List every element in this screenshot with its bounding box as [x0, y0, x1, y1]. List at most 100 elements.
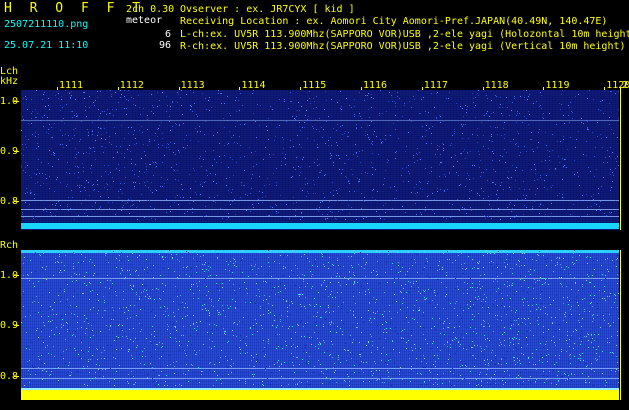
- noise-pixel: [409, 292, 410, 293]
- noise-pixel: [174, 316, 175, 317]
- noise-pixel: [35, 271, 36, 272]
- noise-pixel: [509, 187, 510, 188]
- noise-pixel: [540, 105, 541, 106]
- noise-pixel: [390, 350, 391, 351]
- noise-pixel: [307, 100, 308, 101]
- noise-pixel: [458, 252, 459, 253]
- noise-pixel: [443, 144, 444, 145]
- noise-pixel: [278, 360, 279, 361]
- noise-pixel: [431, 348, 432, 349]
- noise-pixel: [524, 265, 525, 266]
- noise-pixel: [216, 275, 217, 276]
- noise-pixel: [265, 368, 266, 369]
- noise-pixel: [543, 205, 544, 206]
- noise-pixel: [598, 193, 599, 194]
- noise-pixel: [572, 257, 573, 258]
- noise-pixel: [213, 150, 214, 151]
- noise-pixel: [510, 268, 511, 269]
- noise-pixel: [176, 341, 177, 342]
- noise-pixel: [517, 111, 518, 112]
- noise-pixel: [377, 274, 378, 275]
- noise-pixel: [323, 282, 324, 283]
- noise-pixel: [143, 144, 144, 145]
- noise-pixel: [348, 200, 349, 201]
- noise-pixel: [35, 374, 36, 375]
- noise-pixel: [521, 347, 522, 348]
- noise-pixel: [147, 294, 148, 295]
- noise-pixel: [419, 307, 420, 308]
- noise-pixel: [604, 286, 605, 287]
- noise-pixel: [228, 190, 229, 191]
- noise-pixel: [454, 308, 455, 309]
- noise-pixel: [149, 296, 150, 297]
- noise-pixel: [499, 318, 500, 319]
- noise-pixel: [32, 298, 33, 299]
- noise-pixel: [530, 269, 531, 270]
- noise-pixel: [434, 199, 435, 200]
- noise-pixel: [284, 101, 285, 102]
- noise-pixel: [171, 167, 172, 168]
- noise-pixel: [99, 208, 100, 209]
- noise-pixel: [344, 380, 345, 381]
- noise-pixel: [283, 139, 284, 140]
- noise-pixel: [118, 164, 119, 165]
- noise-pixel: [223, 328, 224, 329]
- noise-pixel: [42, 354, 43, 355]
- noise-pixel: [551, 317, 552, 318]
- noise-pixel: [321, 285, 322, 286]
- noise-pixel: [502, 115, 503, 116]
- noise-pixel: [420, 326, 421, 327]
- noise-pixel: [190, 347, 191, 348]
- noise-pixel: [101, 176, 102, 177]
- noise-pixel: [553, 370, 554, 371]
- noise-pixel: [379, 277, 380, 278]
- noise-pixel: [487, 338, 488, 339]
- noise-pixel: [224, 331, 225, 332]
- noise-pixel: [318, 177, 319, 178]
- noise-pixel: [353, 272, 354, 273]
- noise-pixel: [564, 314, 565, 315]
- noise-pixel: [179, 125, 180, 126]
- noise-pixel: [196, 352, 197, 353]
- noise-pixel: [559, 329, 560, 330]
- noise-pixel: [391, 269, 392, 270]
- noise-pixel: [454, 133, 455, 134]
- noise-pixel: [310, 103, 311, 104]
- noise-pixel: [128, 374, 129, 375]
- noise-pixel: [528, 124, 529, 125]
- noise-pixel: [593, 199, 594, 200]
- noise-pixel: [344, 277, 345, 278]
- noise-pixel: [507, 351, 508, 352]
- noise-pixel: [350, 310, 351, 311]
- noise-pixel: [470, 306, 471, 307]
- noise-pixel: [232, 272, 233, 273]
- noise-pixel: [100, 347, 101, 348]
- noise-pixel: [204, 345, 205, 346]
- noise-pixel: [69, 140, 70, 141]
- noise-pixel: [170, 364, 171, 365]
- noise-pixel: [51, 154, 52, 155]
- noise-pixel: [100, 331, 101, 332]
- noise-pixel: [495, 383, 496, 384]
- noise-pixel: [456, 103, 457, 104]
- noise-pixel: [546, 379, 547, 380]
- noise-pixel: [168, 144, 169, 145]
- noise-pixel: [361, 193, 362, 194]
- noise-pixel: [266, 126, 267, 127]
- noise-pixel: [66, 251, 67, 252]
- noise-pixel: [504, 138, 505, 139]
- noise-pixel: [354, 191, 355, 192]
- noise-pixel: [142, 268, 143, 269]
- noise-pixel: [85, 106, 86, 107]
- noise-pixel: [139, 107, 140, 108]
- noise-pixel: [318, 348, 319, 349]
- noise-pixel: [318, 360, 319, 361]
- noise-pixel: [163, 259, 164, 260]
- noise-pixel: [299, 364, 300, 365]
- noise-pixel: [563, 115, 564, 116]
- noise-pixel: [213, 135, 214, 136]
- noise-pixel: [202, 371, 203, 372]
- noise-pixel: [461, 253, 462, 254]
- noise-pixel: [52, 309, 53, 310]
- noise-pixel: [545, 307, 546, 308]
